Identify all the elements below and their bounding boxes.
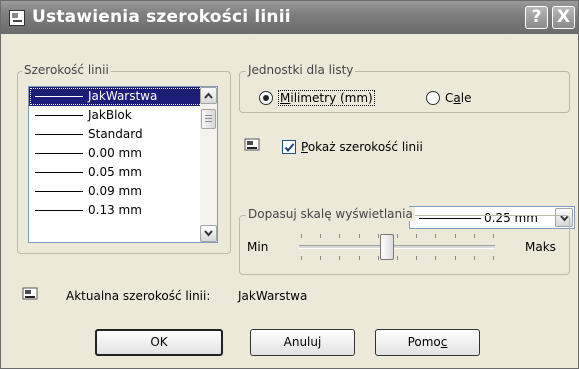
millimeters-label[interactable]: Milimetry (mm) — [278, 90, 375, 106]
list-scrollbar[interactable] — [200, 87, 217, 242]
lineweight-swatch — [35, 115, 83, 116]
lineweight-item-label: 0.00 mm — [88, 146, 142, 160]
slider-tick — [378, 234, 379, 238]
dialog-app-icon — [9, 10, 25, 26]
inches-label[interactable]: Cale — [445, 91, 471, 105]
slider-tick — [493, 234, 494, 238]
lineweight-item[interactable]: 0.05 mm — [29, 163, 217, 182]
check-icon — [284, 143, 295, 153]
slider-tick — [397, 234, 398, 238]
lineweight-settings-dialog: Ustawienia szerokości linii ? X Szerokoś… — [0, 0, 579, 369]
lineweight-item-label: 0.09 mm — [88, 184, 142, 198]
slider-tick — [493, 256, 494, 260]
slider-tick — [474, 234, 475, 238]
slider-tick — [474, 256, 475, 260]
lineweight-items: JakWarstwa JakBlok Standard 0.00 mm 0.05 mm 0… — [29, 87, 217, 220]
scale-max-label: Maks — [525, 240, 556, 254]
scroll-thumb[interactable] — [201, 109, 216, 129]
dialog-title: Ustawienia szerokości linii — [32, 7, 291, 27]
lineweight-swatch — [35, 153, 83, 154]
current-lineweight-label: Aktualna szerokość linii: — [66, 289, 211, 303]
lineweight-item-label: 0.13 mm — [88, 203, 142, 217]
display-lineweight-checkbox[interactable] — [282, 140, 296, 154]
lineweights-group-label: Szerokość linii — [22, 63, 111, 77]
cancel-button[interactable]: Anuluj — [250, 329, 355, 356]
lineweight-item-label: Standard — [88, 127, 143, 141]
slider-tick — [435, 234, 436, 238]
current-lineweight-icon — [22, 287, 38, 300]
lineweight-list[interactable]: JakWarstwa JakBlok Standard 0.00 mm 0.05 mm 0… — [28, 86, 218, 243]
chevron-down-icon — [204, 230, 213, 237]
lineweight-item-label: 0.05 mm — [88, 165, 142, 179]
slider-tick — [455, 256, 456, 260]
lineweight-swatch — [35, 172, 83, 173]
lineweight-swatch — [35, 210, 83, 211]
lineweight-item[interactable]: 0.13 mm — [29, 201, 217, 220]
title-bar[interactable]: Ustawienia szerokości linii ? X — [1, 1, 578, 34]
inches-radio[interactable] — [426, 91, 440, 105]
scroll-down-button[interactable] — [200, 225, 217, 242]
ok-button[interactable]: OK — [95, 329, 223, 356]
slider-tick — [301, 256, 302, 260]
help-button[interactable]: Pomoc — [375, 329, 480, 356]
display-scale-group-label: Dopasuj skalę wyświetlania — [246, 207, 415, 221]
lineweight-item-label: JakBlok — [88, 108, 132, 122]
lineweight-item[interactable]: JakWarstwa — [29, 87, 217, 106]
slider-tick — [378, 256, 379, 260]
slider-thumb[interactable] — [380, 234, 394, 260]
slider-tick — [435, 256, 436, 260]
lineweight-swatch — [35, 96, 83, 97]
slider-tick — [416, 256, 417, 260]
lineweight-item[interactable]: 0.09 mm — [29, 182, 217, 201]
display-lineweight-icon — [244, 138, 260, 151]
millimeters-radio[interactable] — [259, 91, 273, 105]
scroll-up-button[interactable] — [200, 87, 217, 104]
slider-track[interactable] — [299, 245, 495, 249]
slider-tick — [416, 234, 417, 238]
slider-tick — [320, 256, 321, 260]
slider-tick — [339, 234, 340, 238]
units-group-label: Jednostki dla listy — [246, 63, 356, 77]
slider-tick — [301, 234, 302, 238]
slider-tick — [339, 256, 340, 260]
lineweight-item[interactable]: Standard — [29, 125, 217, 144]
help-title-button[interactable]: ? — [525, 6, 548, 29]
close-button[interactable]: X — [552, 6, 575, 29]
display-lineweight-label[interactable]: Pokaż szerokość linii — [301, 140, 423, 154]
lineweight-item-label: JakWarstwa — [88, 89, 158, 103]
lineweight-item[interactable]: JakBlok — [29, 106, 217, 125]
slider-tick — [455, 234, 456, 238]
slider-tick — [359, 234, 360, 238]
lineweight-swatch — [35, 134, 83, 135]
current-lineweight-value: JakWarstwa — [238, 289, 308, 303]
lineweight-item[interactable]: 0.00 mm — [29, 144, 217, 163]
slider-tick — [320, 234, 321, 238]
chevron-up-icon — [204, 92, 213, 99]
lineweight-swatch — [35, 191, 83, 192]
slider-tick — [397, 256, 398, 260]
slider-tick — [359, 256, 360, 260]
scale-min-label: Min — [247, 240, 269, 254]
